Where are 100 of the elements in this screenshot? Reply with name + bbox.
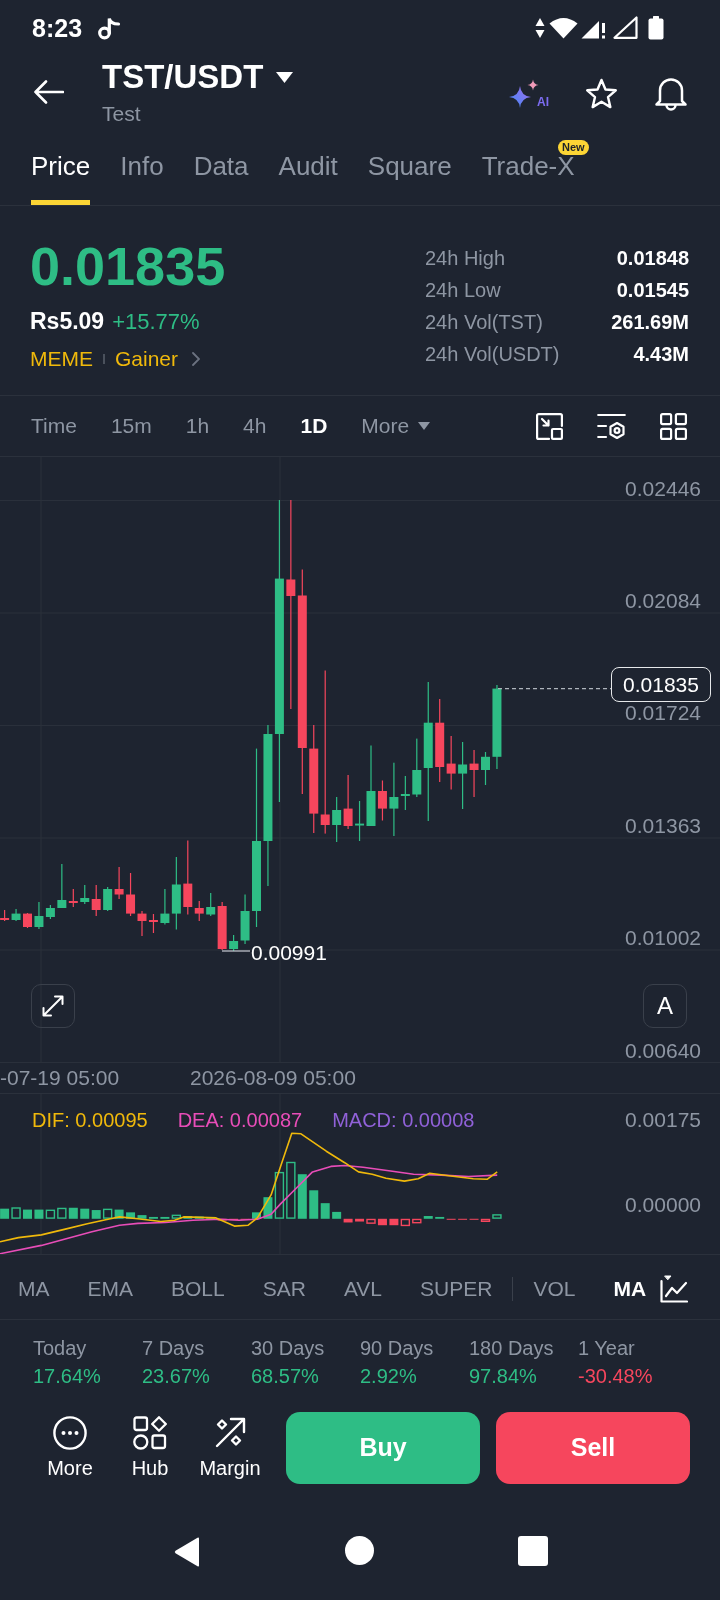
interval-tab[interactable]: 1D xyxy=(300,413,328,439)
fiat-price: Rs5.09 xyxy=(30,307,105,335)
action-button[interactable]: Margin xyxy=(190,1416,270,1480)
interval-tab[interactable]: Time xyxy=(31,413,77,439)
stat-label: 24h Vol(TST) xyxy=(425,310,543,335)
falling-candle xyxy=(148,914,158,933)
price-axis-label: 0.00640 xyxy=(625,1040,701,1061)
interval-tab[interactable]: 1h xyxy=(185,413,210,439)
recent-apps-icon[interactable] xyxy=(517,1536,548,1566)
macd-bar xyxy=(11,1207,21,1219)
macd-axis-label: 0.00175 xyxy=(625,1108,701,1132)
expand-button[interactable] xyxy=(31,984,75,1028)
falling-candle xyxy=(114,867,124,899)
rising-candle xyxy=(80,885,90,904)
last-price-label: 0.01835 xyxy=(611,667,711,702)
stat-label: 24h Low xyxy=(425,278,501,303)
star-icon[interactable] xyxy=(585,78,618,109)
period-label: 180 Days xyxy=(469,1336,555,1361)
rising-candle xyxy=(206,893,216,916)
shapes-icon xyxy=(133,1416,167,1450)
macd-bar xyxy=(57,1207,67,1219)
period-label: Today xyxy=(33,1336,88,1361)
stat-value: 4.43M xyxy=(633,342,689,367)
pair-subtitle: Test xyxy=(102,102,142,126)
bell-icon[interactable] xyxy=(654,76,688,111)
indicator-tab[interactable]: SAR xyxy=(262,1276,306,1302)
more-intervals-button[interactable]: More xyxy=(361,413,431,439)
stat-value: 0.01848 xyxy=(616,246,689,271)
macd-bar xyxy=(114,1209,124,1219)
falling-candle xyxy=(91,885,101,916)
price-axis-label: 0.01363 xyxy=(625,815,701,836)
indicator-tab[interactable]: SUPER xyxy=(420,1276,493,1302)
period-change: 68.57% xyxy=(251,1364,320,1389)
falling-candle xyxy=(68,889,78,907)
stat-label: 24h High xyxy=(425,246,506,271)
macd-bar xyxy=(102,1208,113,1219)
battery-icon xyxy=(648,15,664,40)
stat-value: 261.69M xyxy=(611,310,689,335)
rising-candle xyxy=(103,887,113,911)
indicator-reading: MACD: 0.00008 xyxy=(332,1108,475,1132)
period-label: 90 Days xyxy=(360,1336,435,1361)
rising-candle xyxy=(481,752,490,785)
period-label: 7 Days xyxy=(142,1336,206,1361)
line-chart-icon[interactable] xyxy=(660,1275,688,1303)
back-icon[interactable] xyxy=(172,1536,201,1568)
indicator-tab[interactable]: BOLL xyxy=(171,1276,225,1302)
period-label: 30 Days xyxy=(251,1336,326,1361)
auto-scale-button[interactable]: A xyxy=(643,984,687,1028)
action-button[interactable]: Hub xyxy=(110,1416,190,1480)
diagonal-arrow-icon xyxy=(213,1416,247,1450)
back-icon[interactable] xyxy=(34,80,64,104)
indicator-tab[interactable]: EMA xyxy=(87,1276,133,1302)
period-change: -30.48% xyxy=(578,1364,654,1389)
macd-bar xyxy=(91,1210,101,1219)
period-change: 2.92% xyxy=(360,1364,418,1389)
wifi-icon xyxy=(549,16,578,39)
indicator-tab[interactable]: MA xyxy=(18,1276,50,1302)
indicator-reading: DIF: 0.00095 xyxy=(32,1108,148,1132)
indicator-tab[interactable]: MA xyxy=(613,1276,647,1302)
last-price: 0.01835 xyxy=(30,236,226,296)
expand-icon xyxy=(42,995,64,1017)
status-time: 8:23 xyxy=(32,12,83,43)
resize-window-icon[interactable] xyxy=(536,412,563,440)
indicator-tab[interactable]: AVL xyxy=(343,1276,383,1302)
falling-candle xyxy=(0,910,10,921)
category-tags-link[interactable]: MEME Gainer xyxy=(30,346,226,372)
chevron-icon xyxy=(192,352,201,366)
signal-icon xyxy=(613,16,638,39)
grid-icon[interactable] xyxy=(660,412,687,440)
home-icon[interactable] xyxy=(344,1536,374,1565)
falling-candle xyxy=(217,902,227,950)
indicator-tab[interactable]: VOL xyxy=(533,1276,576,1302)
tab[interactable]: Data xyxy=(193,155,249,205)
interval-tab[interactable]: 4h xyxy=(243,413,267,439)
falling-candle xyxy=(469,750,479,797)
price-axis-label: 0.01002 xyxy=(625,928,701,949)
stat-value: 0.01545 xyxy=(616,278,689,303)
action-button[interactable]: More xyxy=(30,1416,110,1480)
falling-candle xyxy=(377,780,387,821)
macd-bar xyxy=(68,1207,78,1219)
sell-button[interactable]: Sell xyxy=(496,1412,690,1484)
macd-bar xyxy=(286,1161,296,1219)
pair-selector[interactable]: TST/USDT xyxy=(102,57,294,97)
price-axis-label: 0.02084 xyxy=(625,590,701,611)
tab[interactable]: Info xyxy=(120,155,164,205)
tab[interactable]: Audit xyxy=(278,155,338,205)
settings-icon[interactable] xyxy=(597,413,626,439)
time-axis-label: -07-19 05:00 xyxy=(0,1065,120,1091)
indicator-reading: DEA: 0.00087 xyxy=(177,1108,303,1132)
low-price-label: 0.00991 xyxy=(251,941,327,965)
tab[interactable]: Price xyxy=(31,155,91,205)
new-badge: New xyxy=(558,140,589,155)
period-change: 97.84% xyxy=(469,1364,538,1389)
rising-candle xyxy=(458,742,468,809)
stat-label: 24h Vol(USDT) xyxy=(425,342,560,367)
tab[interactable]: Trade-X xyxy=(481,155,575,205)
tab[interactable]: Square xyxy=(367,155,452,205)
ai-button[interactable]: AI xyxy=(509,78,549,109)
interval-tab[interactable]: 15m xyxy=(110,413,152,439)
low-price-leader xyxy=(221,950,251,952)
